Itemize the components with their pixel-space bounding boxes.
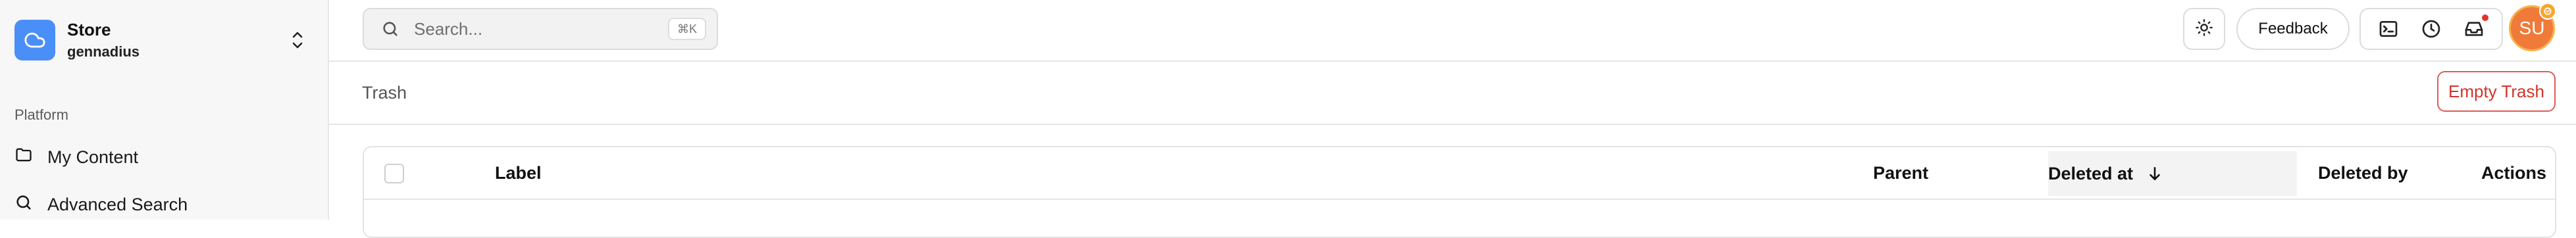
select-all-checkbox[interactable] xyxy=(384,164,404,183)
header-tool-group xyxy=(2359,8,2503,50)
sidebar-section-label: Platform xyxy=(14,107,68,123)
sun-icon xyxy=(2195,18,2213,40)
table-header-divider xyxy=(364,199,2555,200)
page-divider xyxy=(329,124,2576,125)
column-header-deleted-at[interactable]: Deleted at xyxy=(2048,151,2297,196)
cloud-logo-icon xyxy=(14,20,55,60)
search-placeholder: Search... xyxy=(414,18,483,39)
search-icon xyxy=(381,20,399,38)
sidebar-item-label: Advanced Search xyxy=(47,195,188,214)
clock-icon[interactable] xyxy=(2421,18,2442,39)
search-icon xyxy=(14,193,33,216)
page-title: Trash xyxy=(362,83,407,103)
avatar-status-badge-icon xyxy=(2539,3,2556,20)
notification-dot xyxy=(2481,14,2488,21)
terminal-icon[interactable] xyxy=(2378,18,2399,39)
sidebar-item-advanced-search[interactable]: Advanced Search xyxy=(14,193,188,216)
column-header-label[interactable]: Label xyxy=(495,163,542,183)
folder-icon xyxy=(14,146,33,169)
inbox-icon[interactable] xyxy=(2463,14,2488,39)
store-name: Store xyxy=(67,20,111,39)
theme-toggle-button[interactable] xyxy=(2183,8,2225,50)
sidebar-item-label: My Content xyxy=(47,147,139,167)
store-user: gennadius xyxy=(67,43,140,60)
search-input[interactable]: Search... ⌘K xyxy=(363,8,718,50)
header-divider xyxy=(329,60,2576,62)
sidebar-item-my-content[interactable]: My Content xyxy=(14,146,138,169)
empty-trash-button[interactable]: Empty Trash xyxy=(2437,71,2556,112)
column-header-parent[interactable]: Parent xyxy=(1873,163,1928,183)
column-header-actions: Actions xyxy=(2481,163,2547,183)
column-header-label: Deleted at xyxy=(2048,163,2134,183)
arrow-down-sort-icon xyxy=(2146,165,2163,182)
keyboard-shortcut-badge: ⌘K xyxy=(667,18,706,40)
chevrons-up-down-icon[interactable] xyxy=(290,29,305,51)
column-header-deleted-by[interactable]: Deleted by xyxy=(2318,163,2408,183)
feedback-button[interactable]: Feedback xyxy=(2236,8,2350,50)
